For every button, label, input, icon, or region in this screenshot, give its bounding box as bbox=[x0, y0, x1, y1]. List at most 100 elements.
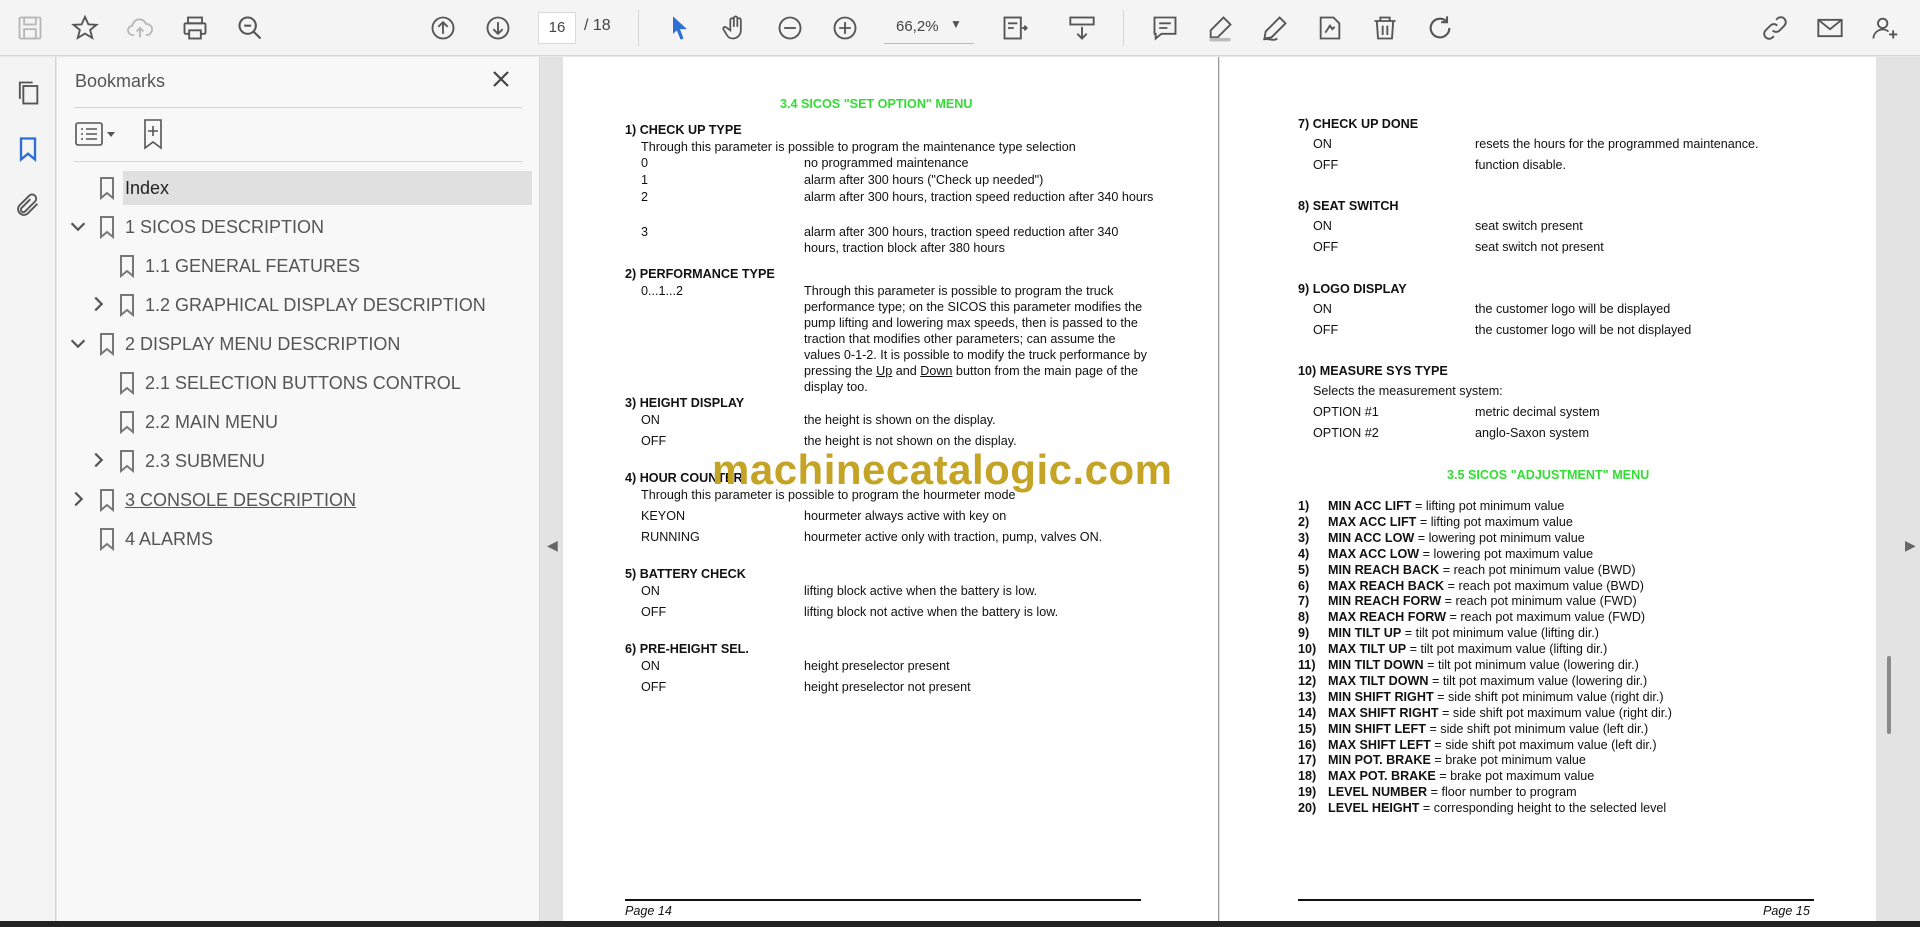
bookmark-item[interactable]: 1.2 GRAPHICAL DISPLAY DESCRIPTION bbox=[57, 288, 532, 322]
param-description: = reach pot maximum value (BWD) bbox=[1444, 578, 1644, 593]
comment-icon[interactable] bbox=[1145, 8, 1185, 48]
new-bookmark-icon[interactable] bbox=[137, 117, 173, 151]
page-number-input[interactable]: 16 bbox=[538, 12, 576, 44]
list-number: 16) bbox=[1298, 737, 1317, 752]
param-name: MIN TILT DOWN bbox=[1328, 658, 1424, 672]
section-heading: 6) PRE-HEIGHT SEL. bbox=[625, 642, 749, 656]
list-number: 20) bbox=[1298, 801, 1317, 816]
print-icon[interactable] bbox=[175, 8, 215, 48]
navigation-rail bbox=[0, 57, 56, 921]
chevron-right-icon[interactable] bbox=[87, 293, 109, 315]
param-description: = side shift pot minimum value (left dir… bbox=[1425, 721, 1649, 736]
bookmark-label: 3 CONSOLE DESCRIPTION bbox=[125, 490, 357, 510]
list-item: MIN SHIFT RIGHT = side shift pot minimum… bbox=[1328, 690, 1664, 704]
page-up-icon[interactable] bbox=[423, 8, 463, 48]
sign-icon[interactable] bbox=[1310, 8, 1350, 48]
list-item: MIN POT. BRAKE = brake pot minimum value bbox=[1328, 753, 1586, 767]
page-thumbnails-icon[interactable] bbox=[10, 75, 46, 111]
list-item: MAX SHIFT LEFT = side shift pot maximum … bbox=[1328, 738, 1657, 752]
param-name: MIN REACH BACK bbox=[1328, 562, 1440, 577]
list-number: 17) bbox=[1298, 753, 1317, 768]
list-number: 15) bbox=[1298, 721, 1317, 736]
param-name: MAX TILT DOWN bbox=[1328, 673, 1429, 688]
list-item: MAX TILT UP = tilt pot maximum value (li… bbox=[1328, 642, 1607, 656]
email-icon[interactable] bbox=[1810, 8, 1850, 48]
param-name: MIN POT. BRAKE bbox=[1328, 753, 1431, 768]
param-value: seat switch present bbox=[1475, 219, 1583, 233]
list-item: MIN TILT UP = tilt pot minimum value (li… bbox=[1328, 626, 1599, 640]
attachments-icon[interactable] bbox=[10, 187, 46, 223]
toolbar-separator bbox=[638, 10, 639, 46]
list-item: MIN TILT DOWN = tilt pot minimum value (… bbox=[1328, 658, 1639, 672]
param-value: anglo-Saxon system bbox=[1475, 426, 1590, 440]
find-icon[interactable] bbox=[230, 8, 270, 48]
bookmark-icon bbox=[98, 215, 116, 240]
draw-icon[interactable] bbox=[1255, 8, 1295, 48]
chevron-down-icon[interactable] bbox=[67, 332, 89, 354]
bookmark-item[interactable]: 3 CONSOLE DESCRIPTION bbox=[57, 483, 532, 517]
list-item: LEVEL HEIGHT = corresponding height to t… bbox=[1328, 801, 1666, 815]
bookmark-icon bbox=[98, 332, 116, 357]
list-number: 6) bbox=[1298, 578, 1310, 593]
close-icon[interactable] bbox=[489, 67, 519, 97]
param-description: = reach pot maximum value (FWD) bbox=[1446, 610, 1646, 625]
param-key: ON bbox=[641, 413, 660, 427]
chevron-down-icon[interactable]: ▼ bbox=[950, 17, 962, 31]
list-number: 19) bbox=[1298, 785, 1317, 800]
scroll-mode-icon[interactable] bbox=[1062, 8, 1102, 48]
zoom-in-icon[interactable] bbox=[825, 8, 865, 48]
rotate-icon[interactable] bbox=[1420, 8, 1460, 48]
bookmarks-icon[interactable] bbox=[10, 131, 46, 167]
param-value: hourmeter always active with key on bbox=[804, 509, 1007, 523]
param-value: no programmed maintenance bbox=[804, 156, 969, 170]
star-icon[interactable] bbox=[65, 8, 105, 48]
highlight-icon[interactable] bbox=[1200, 8, 1240, 48]
param-name: LEVEL NUMBER bbox=[1328, 785, 1428, 800]
share-link-icon[interactable] bbox=[1755, 8, 1795, 48]
next-page-arrow[interactable]: ▶ bbox=[1905, 537, 1916, 554]
cloud-upload-icon[interactable] bbox=[120, 8, 160, 48]
previous-page-arrow[interactable]: ◀ bbox=[547, 537, 558, 554]
delete-icon[interactable] bbox=[1365, 8, 1405, 48]
bookmark-item[interactable]: 4 ALARMS bbox=[57, 522, 532, 556]
chevron-right-icon[interactable] bbox=[87, 449, 109, 471]
save-icon[interactable] bbox=[10, 8, 50, 48]
param-key: KEYON bbox=[641, 509, 686, 523]
param-key: ON bbox=[1313, 219, 1332, 233]
hand-icon[interactable] bbox=[715, 8, 755, 48]
bookmark-item[interactable]: 1 SICOS DESCRIPTION bbox=[57, 210, 532, 244]
select-cursor-icon[interactable] bbox=[660, 8, 700, 48]
chevron-down-icon[interactable] bbox=[67, 215, 89, 237]
bookmark-item[interactable]: 2.1 SELECTION BUTTONS CONTROL bbox=[57, 366, 532, 400]
bookmark-item[interactable]: 2.3 SUBMENU bbox=[57, 444, 532, 478]
page-footer: Page 15 bbox=[1763, 904, 1810, 918]
param-description: = side shift pot maximum value (left dir… bbox=[1430, 737, 1657, 752]
section-heading: 9) LOGO DISPLAY bbox=[1298, 282, 1407, 296]
bookmark-item[interactable]: Index bbox=[57, 171, 532, 205]
section-intro: Selects the measurement system: bbox=[1313, 384, 1503, 398]
page-fit-icon[interactable] bbox=[995, 8, 1035, 48]
page-footer: Page 14 bbox=[625, 904, 672, 918]
param-name: MIN SHIFT LEFT bbox=[1328, 721, 1426, 736]
list-item: MAX SHIFT RIGHT = side shift pot maximum… bbox=[1328, 706, 1672, 720]
param-name: MAX ACC LOW bbox=[1328, 546, 1420, 561]
section-heading: 8) SEAT SWITCH bbox=[1298, 199, 1399, 213]
param-name: MIN SHIFT RIGHT bbox=[1328, 689, 1434, 704]
list-item: MAX TILT DOWN = tilt pot maximum value (… bbox=[1328, 674, 1647, 688]
vertical-scrollbar[interactable] bbox=[1887, 656, 1891, 734]
param-key: OFF bbox=[1313, 158, 1339, 172]
list-item: MIN REACH FORW = reach pot minimum value… bbox=[1328, 594, 1637, 608]
zoom-out-icon[interactable] bbox=[770, 8, 810, 48]
page-down-icon[interactable] bbox=[478, 8, 518, 48]
param-value: alarm after 300 hours, traction speed re… bbox=[804, 190, 1154, 204]
param-key: 0 bbox=[641, 156, 649, 170]
section-intro: Through this parameter is possible to pr… bbox=[641, 140, 1076, 154]
add-user-icon[interactable] bbox=[1865, 8, 1905, 48]
bookmark-item[interactable]: 2.2 MAIN MENU bbox=[57, 405, 532, 439]
bookmark-item[interactable]: 1.1 GENERAL FEATURES bbox=[57, 249, 532, 283]
bookmark-item[interactable]: 2 DISPLAY MENU DESCRIPTION bbox=[57, 327, 532, 361]
chevron-right-icon[interactable] bbox=[67, 488, 89, 510]
bookmark-icon bbox=[118, 293, 136, 318]
bookmark-options-icon[interactable] bbox=[73, 117, 119, 151]
param-description: = brake pot maximum value bbox=[1435, 769, 1595, 784]
